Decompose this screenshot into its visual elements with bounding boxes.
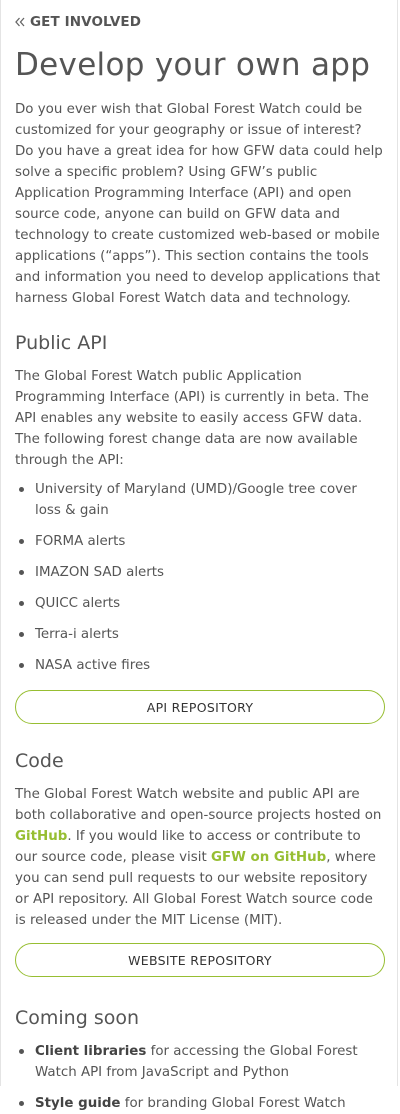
list-item: IMAZON SAD alerts <box>15 562 383 583</box>
list-item: University of Maryland (UMD)/Google tree… <box>15 479 383 521</box>
public-api-paragraph: The Global Forest Watch public Applicati… <box>15 369 369 468</box>
list-item: FORMA alerts <box>15 531 383 552</box>
public-api-heading: Public API <box>15 332 108 354</box>
coming-soon-heading: Coming soon <box>15 1007 140 1029</box>
intro-paragraph: Do you ever wish that Global Forest Watc… <box>15 102 383 306</box>
bullet-icon <box>19 487 24 492</box>
api-data-list: University of Maryland (UMD)/Google tree… <box>15 479 383 676</box>
coming-soon-list: Client libraries for accessing the Globa… <box>15 1041 383 1114</box>
list-item: Terra-i alerts <box>15 624 383 645</box>
bullet-icon <box>19 632 24 637</box>
bullet-icon <box>19 1101 24 1106</box>
bullet-icon <box>19 663 24 668</box>
list-item: NASA active fires <box>15 655 383 676</box>
github-link[interactable]: GitHub <box>15 829 67 844</box>
bullet-icon <box>19 601 24 606</box>
back-link-label: GET INVOLVED <box>30 14 142 30</box>
bullet-icon <box>19 1049 24 1054</box>
page-title: Develop your own app <box>15 47 371 83</box>
code-heading: Code <box>15 750 64 772</box>
bullet-icon <box>19 570 24 575</box>
gfw-on-github-link[interactable]: GFW on GitHub <box>211 850 326 865</box>
double-chevron-left-icon <box>15 17 25 27</box>
page-container: GET INVOLVED Develop your own app Do you… <box>0 0 398 1111</box>
list-item: Client libraries for accessing the Globa… <box>15 1041 383 1083</box>
main-content: GET INVOLVED Develop your own app Do you… <box>1 0 397 1114</box>
code-paragraph: The Global Forest Watch website and publ… <box>15 787 382 928</box>
website-repository-button[interactable]: WEBSITE REPOSITORY <box>15 943 385 977</box>
bullet-icon <box>19 539 24 544</box>
api-repository-button[interactable]: API REPOSITORY <box>15 690 385 724</box>
list-item: QUICC alerts <box>15 593 383 614</box>
list-item: Style guide for branding Global Forest W… <box>15 1093 383 1114</box>
back-link-get-involved[interactable]: GET INVOLVED <box>15 0 383 32</box>
